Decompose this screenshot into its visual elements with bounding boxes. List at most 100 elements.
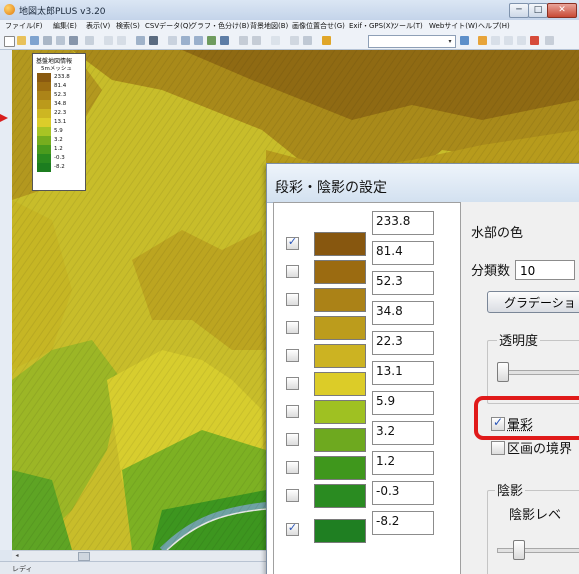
threshold-input[interactable]: 22.3	[372, 331, 434, 355]
table-icon[interactable]	[303, 36, 312, 45]
save-icon[interactable]	[30, 36, 39, 45]
class-count-select[interactable]: 10	[515, 260, 575, 280]
row-checkbox[interactable]	[286, 349, 299, 362]
threshold-input[interactable]: -8.2	[372, 511, 434, 535]
color-swatch[interactable]	[314, 400, 366, 424]
menu-background-map[interactable]: 背景地図(B)	[250, 21, 288, 31]
row-checkbox[interactable]	[286, 461, 299, 474]
color-swatch[interactable]	[314, 316, 366, 340]
row-checkbox[interactable]: ✓	[286, 521, 299, 536]
scroll-thumb[interactable]	[78, 552, 90, 561]
row-checkbox[interactable]: ✓	[286, 235, 299, 250]
color-swatch[interactable]	[314, 232, 366, 256]
horizontal-scrollbar[interactable]: ◂	[12, 550, 268, 561]
chart-icon[interactable]	[322, 36, 331, 45]
more-icon[interactable]	[545, 36, 554, 45]
threshold-input[interactable]: 5.9	[372, 391, 434, 415]
maximize-button[interactable]: □	[528, 3, 548, 18]
color-swatch[interactable]	[314, 260, 366, 284]
color-swatch[interactable]	[314, 519, 366, 543]
gps-icon[interactable]	[491, 36, 500, 45]
print-icon[interactable]	[69, 36, 78, 45]
tool-icon-b[interactable]	[517, 36, 526, 45]
legend-swatch	[37, 73, 51, 82]
threshold-input[interactable]: 3.2	[372, 421, 434, 445]
grid-icon[interactable]	[207, 36, 216, 45]
undo-icon[interactable]	[104, 36, 113, 45]
shade-slider-thumb[interactable]	[513, 540, 525, 560]
color-swatch[interactable]	[314, 484, 366, 508]
delete-icon[interactable]	[530, 36, 539, 45]
close-button[interactable]: ✕	[547, 3, 577, 18]
menu-website[interactable]: Webサイト(W)	[429, 21, 478, 31]
row-checkbox[interactable]	[286, 433, 299, 446]
zoom-in-icon[interactable]	[181, 36, 190, 45]
zoom-out-icon[interactable]	[194, 36, 203, 45]
menu-help[interactable]: ヘルプ(H)	[478, 21, 510, 31]
camera-icon[interactable]	[149, 36, 158, 45]
legend-subtitle: 5mメッシュ	[41, 66, 72, 72]
transparency-slider-thumb[interactable]	[497, 362, 509, 382]
row-checkbox[interactable]	[286, 321, 299, 334]
threshold-input[interactable]: 52.3	[372, 271, 434, 295]
print-preview-icon[interactable]	[85, 36, 94, 45]
transparency-slider-track[interactable]	[497, 370, 579, 375]
open-folder-icon[interactable]	[17, 36, 26, 45]
gradient-button[interactable]: グラデーショ	[487, 291, 579, 313]
color-swatch[interactable]	[314, 288, 366, 312]
measure-icon[interactable]	[239, 36, 248, 45]
legend-swatch	[37, 127, 51, 136]
arrow-icon[interactable]	[460, 36, 469, 45]
row-checkbox[interactable]	[286, 405, 299, 418]
close-icon: ✕	[558, 5, 566, 15]
menu-csv[interactable]: CSVデータ(Q)	[145, 21, 191, 31]
menu-graph[interactable]: グラフ・色分け(B)	[190, 21, 249, 31]
menu-image-align[interactable]: 画像位置合せ(G)	[292, 21, 345, 31]
threshold-input[interactable]: 233.8	[372, 211, 434, 235]
marker-icon[interactable]	[478, 36, 487, 45]
scroll-left-icon[interactable]: ◂	[12, 551, 22, 561]
legend-label: -0.3	[54, 155, 65, 161]
move-icon[interactable]	[136, 36, 145, 45]
color-swatch[interactable]	[314, 428, 366, 452]
draw-icon[interactable]	[168, 36, 177, 45]
dialog-title: 段彩・陰影の設定	[275, 180, 387, 196]
dialog-title-bar[interactable]: 段彩・陰影の設定	[267, 164, 579, 203]
copy-icon[interactable]	[43, 36, 52, 45]
layer-icon[interactable]	[271, 36, 280, 45]
menu-exif-gps[interactable]: Exif・GPS(X)	[349, 21, 393, 31]
new-file-icon[interactable]	[4, 36, 15, 47]
threshold-input[interactable]: -0.3	[372, 481, 434, 505]
paste-icon[interactable]	[56, 36, 65, 45]
app-window: 地図太郎PLUS v3.20 ─ □ ✕ ファイル(F) 編集(E) 表示(V)…	[0, 0, 579, 574]
select-icon[interactable]	[252, 36, 261, 45]
shade-slider-track[interactable]	[497, 548, 579, 553]
threshold-input[interactable]: 81.4	[372, 241, 434, 265]
redo-icon[interactable]	[117, 36, 126, 45]
menu-file[interactable]: ファイル(F)	[5, 21, 43, 31]
legend-label: 34.8	[54, 101, 67, 107]
layer-select[interactable]: ▾	[368, 35, 456, 48]
menu-view[interactable]: 表示(V)	[86, 21, 110, 31]
legend-swatch	[37, 109, 51, 118]
full-extent-icon[interactable]	[220, 36, 229, 45]
color-swatch[interactable]	[314, 372, 366, 396]
maximize-icon: □	[533, 5, 543, 15]
menu-search[interactable]: 検索(S)	[116, 21, 140, 31]
row-checkbox[interactable]	[286, 265, 299, 278]
title-bar[interactable]: 地図太郎PLUS v3.20 ─ □ ✕	[0, 0, 579, 21]
menu-edit[interactable]: 編集(E)	[53, 21, 77, 31]
threshold-input[interactable]: 34.8	[372, 301, 434, 325]
menu-tools[interactable]: ツール(T)	[392, 21, 423, 31]
home-icon[interactable]	[290, 36, 299, 45]
threshold-input[interactable]: 1.2	[372, 451, 434, 475]
tool-icon-a[interactable]	[504, 36, 513, 45]
color-swatch[interactable]	[314, 344, 366, 368]
row-checkbox[interactable]	[286, 293, 299, 306]
color-swatch[interactable]	[314, 456, 366, 480]
row-checkbox[interactable]	[286, 377, 299, 390]
boundary-checkbox[interactable]	[491, 441, 505, 455]
threshold-input[interactable]: 13.1	[372, 361, 434, 385]
minimize-button[interactable]: ─	[509, 3, 529, 18]
row-checkbox[interactable]	[286, 489, 299, 502]
